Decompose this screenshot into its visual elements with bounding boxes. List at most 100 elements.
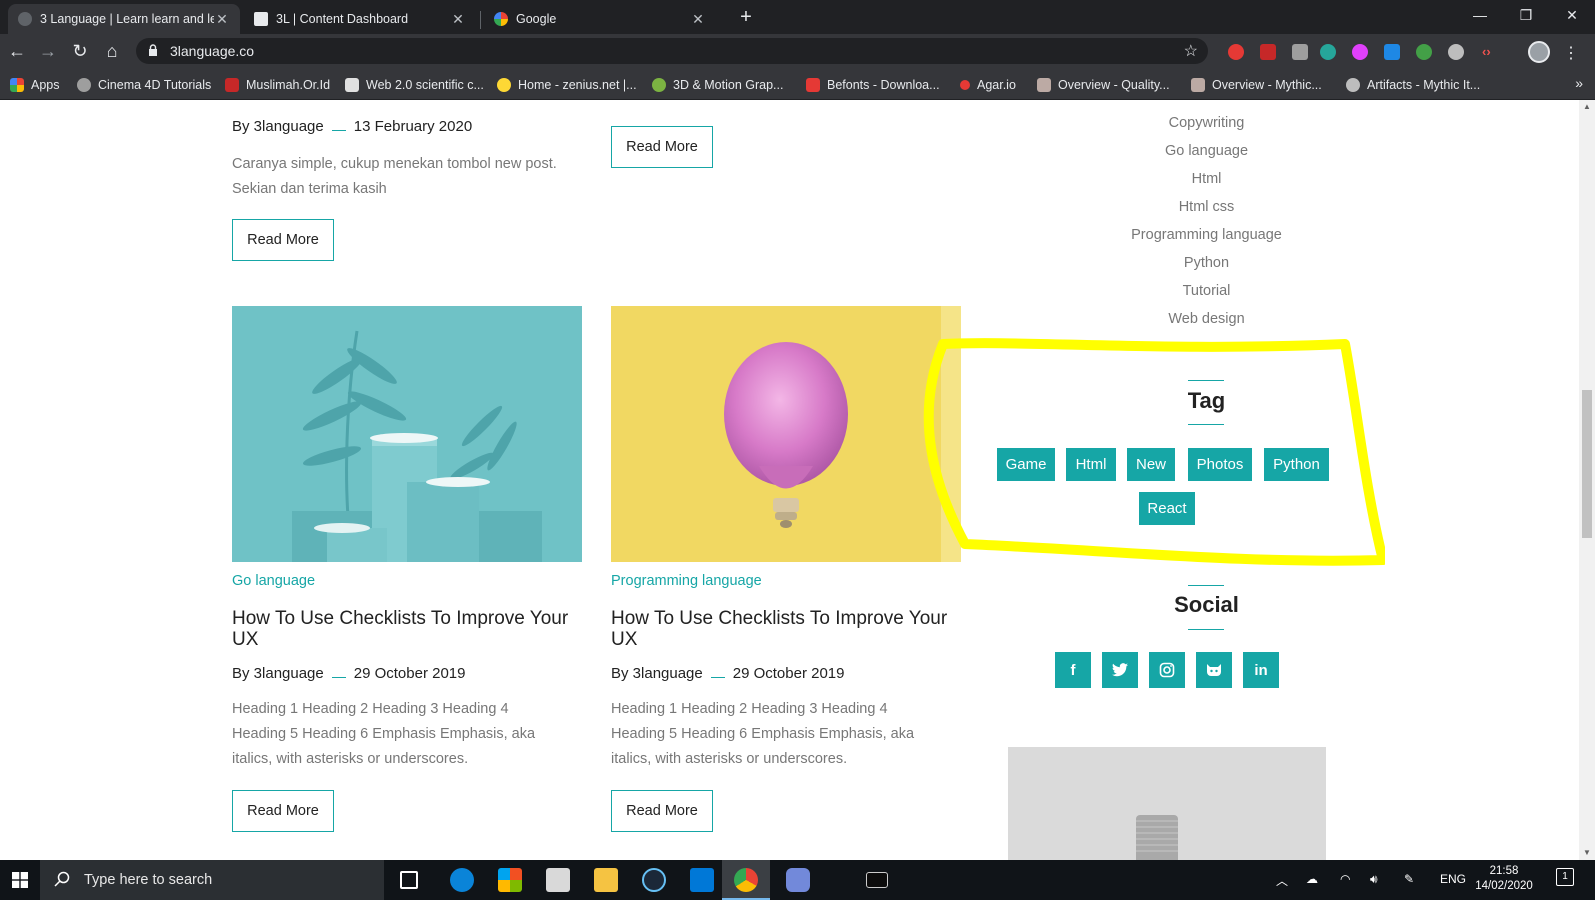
post-title-link[interactable]: How To Use Checklists To Improve Your UX [232, 608, 577, 650]
new-tab-button[interactable]: + [734, 6, 758, 29]
close-tab-icon[interactable]: ✕ [450, 11, 466, 28]
post-title-link[interactable]: How To Use Checklists To Improve Your UX [611, 608, 956, 650]
read-more-button[interactable]: Read More [232, 219, 334, 261]
widget-title-rule [1188, 585, 1224, 586]
github-icon[interactable] [1196, 652, 1232, 688]
instagram-icon[interactable] [1149, 652, 1185, 688]
minimize-icon[interactable]: — [1457, 0, 1503, 30]
scroll-down-icon[interactable]: ▼ [1583, 848, 1591, 857]
extension-icon[interactable] [1320, 44, 1336, 60]
taskbar-clock[interactable]: 21:58 14/02/2020 [1469, 864, 1539, 894]
forward-icon[interactable]: → [36, 39, 60, 63]
facebook-icon[interactable]: f [1055, 652, 1091, 688]
profile-avatar[interactable] [1528, 41, 1550, 63]
post-date: 29 October 2019 [732, 665, 845, 682]
close-tab-icon[interactable]: ✕ [214, 11, 230, 28]
bookmark-item[interactable]: Muslimah.Or.Id [225, 76, 330, 94]
post-meta: By 3language 29 October 2019 [611, 665, 845, 682]
sidebar-category-link[interactable]: Programming language [1080, 227, 1333, 243]
site-favicon-icon [254, 12, 268, 26]
read-more-button[interactable]: Read More [611, 790, 713, 832]
apps-grid-icon [10, 78, 24, 92]
reload-icon[interactable]: ↻ [68, 39, 92, 63]
extension-icon[interactable] [1352, 44, 1368, 60]
mail-icon[interactable] [546, 868, 570, 892]
code-extension-icon[interactable]: ‹› [1482, 44, 1498, 60]
terminal-icon[interactable] [866, 872, 888, 888]
bookmark-star-icon[interactable]: ☆ [1184, 41, 1198, 61]
read-more-button[interactable]: Read More [611, 126, 713, 168]
home-icon[interactable]: ⌂ [100, 39, 124, 63]
bookmark-item[interactable]: Agar.io [960, 76, 1016, 94]
bookmark-item[interactable]: Home - zenius.net |... [497, 76, 637, 94]
tab-content-dashboard[interactable]: 3L | Content Dashboard ✕ [244, 4, 476, 34]
post-thumbnail[interactable] [232, 306, 582, 562]
bookmark-item[interactable]: Artifacts - Mythic It... [1346, 76, 1480, 94]
back-icon[interactable]: ← [5, 39, 29, 63]
wifi-icon[interactable]: ◠ [1340, 872, 1350, 886]
address-bar[interactable]: 3language.co ☆ [136, 38, 1208, 64]
restore-icon[interactable]: ❐ [1503, 0, 1549, 30]
bookmark-item[interactable]: 3D & Motion Grap... [652, 76, 783, 94]
language-indicator[interactable]: ENG [1440, 872, 1466, 886]
tab-3language[interactable]: 3 Language | Learn learn and lea ✕ [8, 4, 240, 34]
url-text: 3language.co [170, 43, 255, 59]
extension-icon[interactable] [1416, 44, 1432, 60]
tab-google[interactable]: Google ✕ [484, 4, 716, 34]
store-icon[interactable] [498, 868, 522, 892]
onedrive-icon[interactable]: ☁ [1306, 872, 1318, 886]
show-hidden-icons-icon[interactable]: ︿ [1276, 872, 1288, 889]
highlight-annotation [923, 338, 1385, 566]
bookmark-item[interactable]: Overview - Mythic... [1191, 76, 1322, 94]
discord-icon[interactable] [786, 868, 810, 892]
extension-icon[interactable] [1448, 44, 1464, 60]
bookmark-favicon-icon [1037, 78, 1051, 92]
bookmark-item[interactable]: Cinema 4D Tutorials [77, 76, 211, 94]
twitter-icon[interactable] [1102, 652, 1138, 688]
notification-center-icon[interactable]: 1 [1556, 868, 1574, 886]
file-explorer-icon[interactable] [594, 868, 618, 892]
pen-icon[interactable]: ✎ [1404, 872, 1414, 886]
post-author: By 3language [232, 118, 324, 135]
close-window-icon[interactable]: ✕ [1549, 0, 1595, 30]
sidebar-category-link[interactable]: Html css [1080, 199, 1333, 215]
menu-icon[interactable]: ⋮ [1563, 43, 1579, 63]
sidebar-category-link[interactable]: Copywriting [1080, 115, 1333, 131]
bookmark-apps[interactable]: Apps [10, 76, 60, 94]
google-icon [494, 12, 508, 26]
clock-time: 21:58 [1489, 865, 1519, 877]
task-view-icon[interactable] [400, 871, 418, 889]
sidebar-category-link[interactable]: Tutorial [1080, 283, 1333, 299]
bookmarks-overflow-icon[interactable]: » [1575, 75, 1583, 91]
sidebar-category-link[interactable]: Web design [1080, 311, 1333, 327]
post-category-link[interactable]: Programming language [611, 573, 762, 589]
post-category-link[interactable]: Go language [232, 573, 315, 589]
scroll-up-icon[interactable]: ▲ [1583, 102, 1591, 111]
sidebar-category-link[interactable]: Go language [1080, 143, 1333, 159]
steam-icon[interactable] [642, 868, 666, 892]
bookmark-favicon-icon [77, 78, 91, 92]
linkedin-icon[interactable]: in [1243, 652, 1279, 688]
meta-divider [331, 677, 346, 678]
scrollbar-thumb[interactable] [1582, 390, 1592, 538]
edge-icon[interactable] [450, 868, 474, 892]
bookmark-item[interactable]: Overview - Quality... [1037, 76, 1170, 94]
page-scrollbar[interactable]: ▲ ▼ [1579, 100, 1595, 860]
sidebar-category-link[interactable]: Python [1080, 255, 1333, 271]
vscode-icon[interactable] [690, 868, 714, 892]
extension-icon[interactable] [1228, 44, 1244, 60]
sidebar-category-link[interactable]: Html [1080, 171, 1333, 187]
close-tab-icon[interactable]: ✕ [690, 11, 706, 28]
post-excerpt: Caranya simple, cukup menekan tombol new… [232, 156, 557, 197]
read-more-button[interactable]: Read More [232, 790, 334, 832]
extension-icon[interactable] [1260, 44, 1276, 60]
taskbar-search-input[interactable]: Type here to search [40, 860, 384, 900]
windows-taskbar: Type here to search ︿ ☁ ◠ 🔊︎ ✎ ENG 21:58… [0, 860, 1595, 900]
extension-icon[interactable] [1292, 44, 1308, 60]
bookmark-item[interactable]: Web 2.0 scientific c... [345, 76, 484, 94]
bookmark-item[interactable]: Befonts - Downloa... [806, 76, 940, 94]
windows-start-icon[interactable] [0, 860, 40, 900]
volume-icon[interactable]: 🔊︎ [1370, 872, 1378, 887]
extension-icon[interactable] [1384, 44, 1400, 60]
sidebar-image[interactable] [1008, 747, 1326, 860]
